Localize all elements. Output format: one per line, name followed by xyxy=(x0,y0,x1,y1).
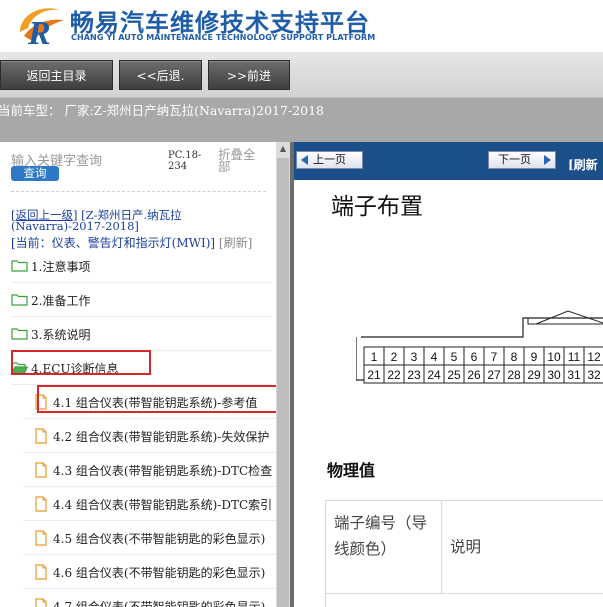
vehicle-bar: 当前车型： 厂家:Z-郑州日产纳瓦拉(Navarra)2017-2018 xyxy=(0,98,603,142)
connector-pin-number: 10 xyxy=(547,350,561,364)
connector-pin-number: 6 xyxy=(471,350,478,364)
tree-leaf-label: 4.7 组合仪表(不带智能钥匙的彩色显示) xyxy=(53,600,266,607)
tree-leaf[interactable]: 4.5 组合仪表(不带智能钥匙的彩色显示) xyxy=(23,522,276,555)
connector-pin-number: 12 xyxy=(587,350,601,364)
connector-pin-number: 28 xyxy=(507,368,521,382)
scroll-up-icon[interactable]: ▲ xyxy=(276,142,290,156)
connector-pin-number: 30 xyxy=(547,368,561,382)
document-icon xyxy=(35,462,47,478)
tree-leaf[interactable]: 4.4 组合仪表(带智能钥匙系统)-DTC索引 xyxy=(23,488,276,521)
arrow-left-icon xyxy=(301,155,308,165)
current-label: [当前：仪表、警告灯和指示灯(MWI)] xyxy=(11,236,216,250)
folder-icon xyxy=(11,294,28,306)
connector-pin-number: 9 xyxy=(531,350,538,364)
current-node: [当前：仪表、警告灯和指示灯(MWI)] [刷新] xyxy=(11,234,252,251)
platform-subtitle: CHANG YI AUTO MAINTENANCE TECHNOLOGY SUP… xyxy=(71,33,376,42)
table-header-terminal: 端子编号（导线颜色） xyxy=(326,501,442,594)
connector-pin-number: 31 xyxy=(567,368,581,382)
next-page-label: 下一页 xyxy=(498,153,531,166)
document-icon xyxy=(35,564,47,580)
next-page-button[interactable]: 下一页 xyxy=(488,151,556,169)
connector-pin-number: 8 xyxy=(511,350,518,364)
document-icon xyxy=(35,598,47,607)
tree-leaf[interactable]: 4.2 组合仪表(带智能钥匙系统)-失效保护 xyxy=(23,420,276,453)
physical-values-title: 物理值 xyxy=(327,461,376,480)
prev-page-label: 上一页 xyxy=(313,153,346,166)
divider xyxy=(11,191,266,192)
search-button[interactable]: 查询 xyxy=(11,166,59,181)
connector-pin-number: 11 xyxy=(568,350,581,364)
scrollbar-thumb[interactable] xyxy=(277,158,289,607)
connector-pin-number: 29 xyxy=(527,368,541,382)
folder-icon xyxy=(11,328,28,340)
content-panel: 上一页 下一页 [刷新 端子布置 1 2 3 4 5 6 7 8 9 10 11 12 21 22 23 2… xyxy=(294,142,603,607)
tree-leaf-label: 4.5 组合仪表(不带智能钥匙的彩色显示) xyxy=(53,532,266,546)
highlight-box xyxy=(37,385,276,413)
tree-leaf-label: 4.2 组合仪表(带智能钥匙系统)-失效保护 xyxy=(53,430,270,444)
connector-pin-number: 25 xyxy=(447,368,461,382)
back-up-level: [返回上一级] [Z-郑州日产.纳瓦拉(Navarra)-2017-2018] xyxy=(11,209,271,232)
connector-pin-number: 27 xyxy=(487,368,501,382)
current-vehicle: 当前车型： 厂家:Z-郑州日产纳瓦拉(Navarra)2017-2018 xyxy=(0,103,325,118)
tree-folder[interactable]: 1.注意事项 xyxy=(11,250,271,283)
app-header: R 畅易汽车维修技术支持平台 CHANG YI AUTO MAINTENANCE… xyxy=(0,0,603,52)
page-toolbar: 上一页 下一页 [刷新 xyxy=(294,142,603,180)
refresh-content-link[interactable]: [刷新 xyxy=(568,156,598,173)
connector-pin-number: 7 xyxy=(491,350,498,364)
document-icon xyxy=(35,496,47,512)
connector-pin-number: 5 xyxy=(451,350,458,364)
home-button[interactable]: 返回主目录 xyxy=(0,60,113,90)
forward-button[interactable]: >>前进 xyxy=(208,60,290,90)
connector-pin-number: 21 xyxy=(367,368,381,382)
tree-leaf[interactable]: 4.7 组合仪表(不带智能钥匙的彩色显示) xyxy=(23,590,276,607)
tree-leaf[interactable]: 4.6 组合仪表(不带智能钥匙的彩色显示) xyxy=(23,556,276,589)
tree-leaf-label: 4.4 组合仪表(带智能钥匙系统)-DTC索引 xyxy=(53,498,273,512)
back-button[interactable]: <<后退. xyxy=(119,60,202,90)
connector-pin-number: 22 xyxy=(387,368,401,382)
physical-values-table: 端子编号（导线颜色） 说明 xyxy=(325,500,603,607)
connector-pin-number: 4 xyxy=(431,350,438,364)
connector-pin-number: 24 xyxy=(427,368,441,382)
tree-leaf-label: 4.3 组合仪表(带智能钥匙系统)-DTC检查 xyxy=(53,464,273,478)
highlight-box xyxy=(11,350,151,375)
tree-folder-label: 2.准备工作 xyxy=(31,294,91,308)
connector-diagram: 1 2 3 4 5 6 7 8 9 10 11 12 21 22 23 24 25 26 27 28 29 30 31 32 xyxy=(356,310,603,384)
collapse-all-button[interactable]: 折叠全部 xyxy=(218,148,258,173)
svg-text:R: R xyxy=(27,15,51,48)
connector-pin-number: 23 xyxy=(407,368,421,382)
connector-pin-number: 26 xyxy=(467,368,481,382)
connector-pin-number: 3 xyxy=(411,350,418,364)
tree-folder[interactable]: 3.系统说明 xyxy=(11,318,271,351)
folder-icon xyxy=(11,260,28,272)
left-panel: 输入关键字查询 查询 PC.18-234 折叠全部 [返回上一级] [Z-郑州日… xyxy=(0,142,276,607)
arrow-right-icon xyxy=(544,155,551,165)
logo-icon: R xyxy=(20,8,64,48)
pc-code: PC.18-234 xyxy=(168,150,202,172)
document-icon xyxy=(35,428,47,444)
tree-leaf[interactable]: 4.3 组合仪表(带智能钥匙系统)-DTC检查 xyxy=(23,454,276,487)
table-header-description: 说明 xyxy=(442,501,603,594)
tree-folder[interactable]: 2.准备工作 xyxy=(11,284,271,317)
connector-pin-number: 1 xyxy=(371,350,378,364)
tree-folder-label: 3.系统说明 xyxy=(31,328,91,342)
section-title: 端子布置 xyxy=(331,194,423,220)
tree-folder-label: 1.注意事项 xyxy=(31,260,91,274)
document-icon xyxy=(35,530,47,546)
tree-leaf-label: 4.6 组合仪表(不带智能钥匙的彩色显示) xyxy=(53,566,266,580)
left-scrollbar[interactable]: ▲ xyxy=(276,142,290,607)
nav-bar: 返回主目录 <<后退. >>前进 xyxy=(0,52,603,98)
refresh-link[interactable]: [刷新] xyxy=(219,236,252,250)
prev-page-button[interactable]: 上一页 xyxy=(296,151,363,169)
connector-pin-number: 2 xyxy=(391,350,398,364)
connector-pin-number: 32 xyxy=(587,368,601,382)
